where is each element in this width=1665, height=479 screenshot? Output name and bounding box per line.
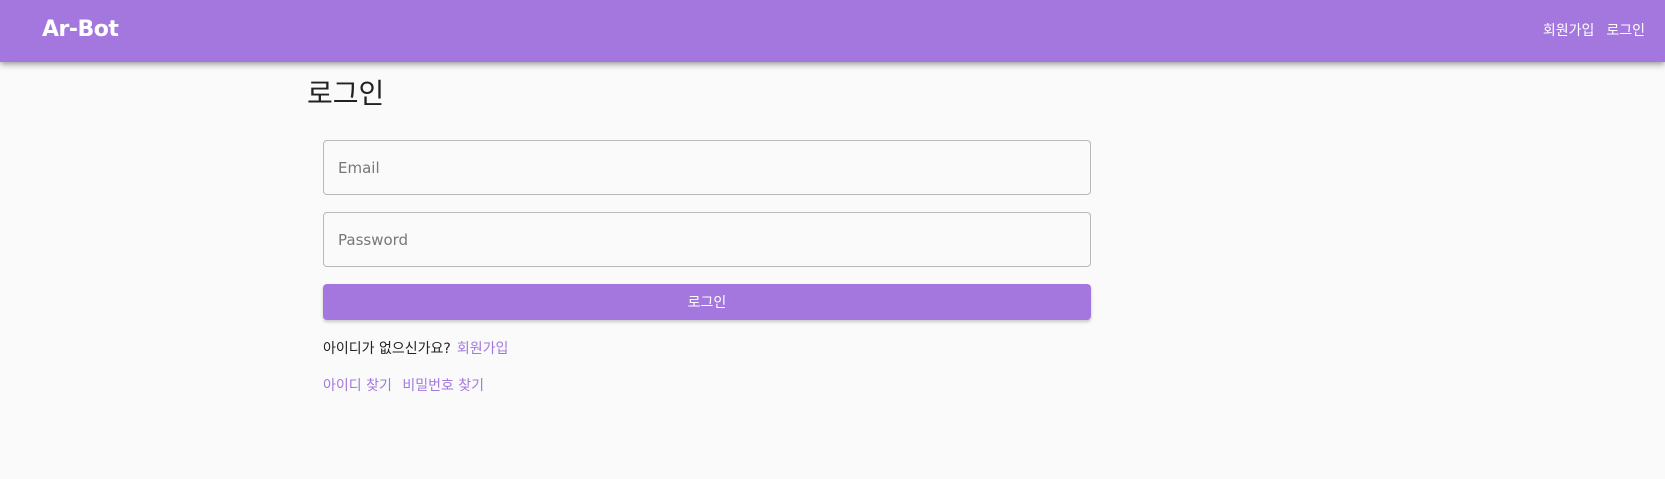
signup-link[interactable]: 회원가입: [457, 341, 509, 357]
nav-signup-link[interactable]: 회원가입: [1543, 20, 1595, 40]
top-nav: 회원가입 로그인: [1543, 20, 1645, 40]
app-bar: Ar-Bot 회원가입 로그인: [0, 0, 1665, 62]
page-title: 로그인: [307, 77, 385, 110]
login-form: 로그인 아이디가 없으신가요? 회원가입 아이디 찾기 비밀번호 찾기: [323, 140, 1091, 395]
nav-login-link[interactable]: 로그인: [1606, 20, 1645, 40]
signup-prompt-text: 아이디가 없으신가요?: [323, 341, 451, 357]
email-input[interactable]: [323, 140, 1091, 195]
find-password-link[interactable]: 비밀번호 찾기: [402, 378, 484, 394]
login-button[interactable]: 로그인: [323, 284, 1091, 320]
find-id-link[interactable]: 아이디 찾기: [323, 378, 392, 394]
login-container: 로그인 로그인 아이디가 없으신가요? 회원가입 아이디 찾기 비밀번호 찾기: [307, 62, 1097, 394]
brand-logo[interactable]: Ar-Bot: [42, 17, 119, 42]
signup-prompt-row: 아이디가 없으신가요? 회원가입: [323, 338, 1091, 358]
find-account-row: 아이디 찾기 비밀번호 찾기: [323, 375, 1091, 395]
password-input[interactable]: [323, 212, 1091, 267]
